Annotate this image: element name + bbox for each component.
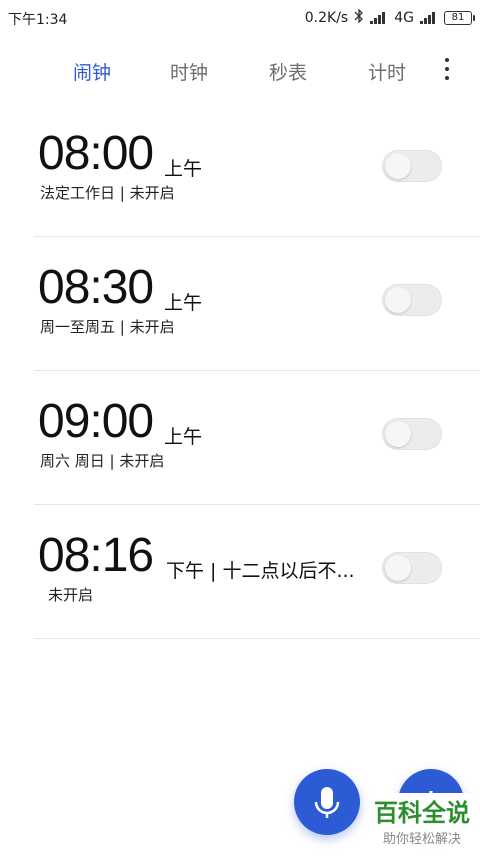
more-options-icon[interactable] xyxy=(444,58,450,80)
alarm-toggle[interactable] xyxy=(382,418,442,450)
alarm-item[interactable]: 09:00 上午 周六 周日 | 未开启 xyxy=(34,370,480,505)
alarm-time: 09:00 xyxy=(38,395,154,448)
alarm-item[interactable]: 08:30 上午 周一至周五 | 未开启 xyxy=(34,236,480,371)
tab-alarm[interactable]: 闹钟 xyxy=(73,58,111,85)
tab-timer[interactable]: 计时 xyxy=(368,58,406,85)
status-time: 下午1:34 xyxy=(8,12,68,28)
voice-alarm-button[interactable] xyxy=(294,769,360,835)
toggle-knob xyxy=(385,421,411,447)
tab-bar: 闹钟 时钟 秒表 计时 xyxy=(0,52,480,88)
alarm-ampm: 上午 xyxy=(164,292,203,314)
alarm-subtitle: 周一至周五 | 未开启 xyxy=(40,318,175,336)
watermark-main: 百科全说 xyxy=(370,793,474,828)
alarm-time: 08:00 xyxy=(38,127,154,180)
signal-icon xyxy=(370,12,388,24)
status-bar: 下午1:34 0.2K/s 4G 81 xyxy=(0,0,480,36)
alarm-ampm: 下午 | 十二点以后不... xyxy=(166,560,355,582)
alarm-time: 08:16 xyxy=(38,529,154,582)
status-right: 0.2K/s 4G 81 xyxy=(304,8,475,27)
bluetooth-icon xyxy=(354,8,364,27)
alarm-ampm: 上午 xyxy=(164,158,203,180)
signal-icon-2 xyxy=(420,12,438,24)
toggle-knob xyxy=(385,287,411,313)
toggle-knob xyxy=(385,555,411,581)
network-type: 4G xyxy=(394,10,414,26)
alarm-toggle[interactable] xyxy=(382,150,442,182)
microphone-icon xyxy=(314,787,340,818)
tab-stopwatch[interactable]: 秒表 xyxy=(269,58,307,85)
alarm-time: 08:30 xyxy=(38,261,154,314)
battery-icon: 81 xyxy=(444,11,475,25)
battery-level: 81 xyxy=(451,12,465,23)
watermark-sub: 助你轻松解决 xyxy=(370,828,474,847)
alarm-subtitle: 未开启 xyxy=(48,586,94,604)
alarm-ampm: 上午 xyxy=(164,426,203,448)
watermark: 百科全说 助你轻松解决 xyxy=(370,793,474,847)
alarm-item[interactable]: 08:00 上午 法定工作日 | 未开启 xyxy=(34,102,480,237)
alarm-toggle[interactable] xyxy=(382,552,442,584)
alarm-subtitle: 法定工作日 | 未开启 xyxy=(40,184,175,202)
alarm-subtitle: 周六 周日 | 未开启 xyxy=(40,452,165,470)
alarm-item[interactable]: 08:16 下午 | 十二点以后不... 未开启 xyxy=(34,504,480,639)
toggle-knob xyxy=(385,153,411,179)
network-speed: 0.2K/s xyxy=(304,10,349,26)
alarm-toggle[interactable] xyxy=(382,284,442,316)
tab-clock[interactable]: 时钟 xyxy=(170,58,208,85)
